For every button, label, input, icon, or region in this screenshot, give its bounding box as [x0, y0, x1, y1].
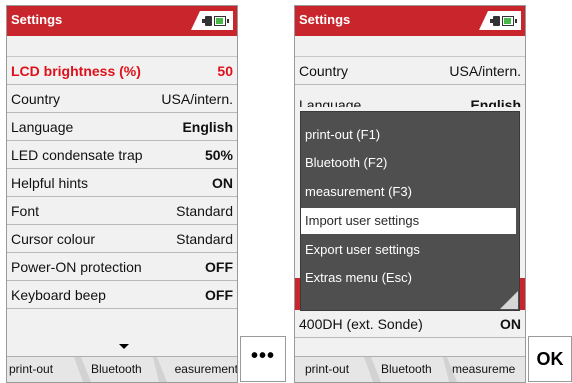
settings-list: Country USA/intern. Language English	[295, 37, 525, 107]
menu-item-measurement[interactable]: measurement (F3)	[301, 179, 516, 205]
plug-icon	[202, 16, 212, 26]
screen-title: Settings	[299, 12, 351, 27]
ok-button-label: OK	[536, 349, 564, 369]
setting-value: OFF	[205, 287, 233, 303]
softkey-label: Bluetooth	[91, 362, 142, 376]
setting-value: English	[470, 97, 521, 107]
battery-icon	[502, 16, 517, 26]
title-bar: Settings	[7, 6, 237, 36]
status-indicators	[191, 11, 233, 30]
menu-item-export-user-settings[interactable]: Export user settings	[301, 237, 516, 263]
setting-language[interactable]: Language English	[7, 113, 237, 141]
softkey-measurement[interactable]: easurement	[157, 357, 238, 382]
setting-value: English	[182, 119, 233, 135]
menu-item-print-out[interactable]: print-out (F1)	[301, 122, 516, 148]
setting-label: Font	[11, 203, 40, 219]
softkey-label: print-out	[305, 362, 350, 376]
setting-country[interactable]: Country USA/intern.	[295, 57, 525, 85]
setting-label: Country	[11, 91, 61, 107]
settings-screen-left: Settings LCD brightness (%) 50 Country U…	[6, 5, 238, 383]
setting-label: Language	[11, 119, 74, 135]
screen-title: Settings	[11, 12, 63, 27]
battery-icon	[214, 16, 229, 26]
setting-font[interactable]: Font Standard	[7, 197, 237, 225]
more-button[interactable]: •••	[240, 336, 286, 382]
menu-item-bluetooth[interactable]: Bluetooth (F2)	[301, 150, 516, 176]
setting-value: Standard	[176, 231, 233, 247]
setting-lcd-brightness[interactable]: LCD brightness (%) 50	[7, 57, 237, 85]
setting-400dh-ext-sonde[interactable]: 400DH (ext. Sonde) ON	[295, 310, 525, 338]
scroll-down-arrow-icon	[119, 344, 129, 349]
plug-icon	[490, 16, 500, 26]
context-menu-popup: print-out (F1) Bluetooth (F2) measuremen…	[300, 111, 520, 311]
softkey-bluetooth[interactable]: Bluetooth	[81, 357, 159, 382]
setting-value: OFF	[205, 259, 233, 275]
setting-keyboard-beep[interactable]: Keyboard beep OFF	[7, 281, 237, 309]
setting-helpful-hints[interactable]: Helpful hints ON	[7, 169, 237, 197]
popup-corner-icon	[500, 291, 518, 309]
settings-list: LCD brightness (%) 50 Country USA/intern…	[7, 37, 237, 309]
setting-label: Country	[299, 63, 349, 79]
ok-button[interactable]: OK	[528, 336, 572, 382]
list-header-spacer	[7, 37, 237, 57]
softkey-bar: print-out Bluetooth measureme	[295, 356, 525, 382]
setting-value: 50%	[204, 147, 233, 163]
menu-item-import-user-settings[interactable]: Import user settings	[301, 208, 516, 234]
setting-label: LCD brightness (%)	[11, 63, 141, 79]
softkey-measurement[interactable]: measureme	[447, 357, 525, 382]
setting-label: Cursor colour	[11, 231, 96, 247]
setting-value: ON	[212, 175, 233, 191]
setting-value: 50	[217, 63, 233, 79]
settings-screen-right: Settings Country USA/intern. Language En…	[294, 5, 526, 383]
softkey-bluetooth[interactable]: Bluetooth	[371, 357, 449, 382]
softkey-print-out[interactable]: print-out	[7, 357, 83, 382]
more-button-label: •••	[250, 345, 275, 367]
setting-power-on-protection[interactable]: Power-ON protection OFF	[7, 253, 237, 281]
setting-value: ON	[500, 316, 521, 332]
softkey-label: print-out	[9, 362, 54, 376]
setting-label: Power-ON protection	[11, 259, 142, 275]
list-header-spacer	[295, 37, 525, 57]
setting-label: 400DH (ext. Sonde)	[299, 316, 423, 332]
setting-cursor-colour[interactable]: Cursor colour Standard	[7, 225, 237, 253]
softkey-bar: print-out Bluetooth easurement	[7, 356, 237, 382]
softkey-label: measureme	[452, 362, 516, 376]
setting-label: LED condensate trap	[11, 147, 143, 163]
menu-item-extras-menu[interactable]: Extras menu (Esc)	[301, 265, 516, 291]
setting-label: Keyboard beep	[11, 287, 106, 303]
status-indicators	[479, 11, 521, 30]
setting-led-condensate-trap[interactable]: LED condensate trap 50%	[7, 141, 237, 169]
title-bar: Settings	[295, 6, 525, 36]
setting-country[interactable]: Country USA/intern.	[7, 85, 237, 113]
setting-label: Helpful hints	[11, 175, 89, 191]
softkey-print-out[interactable]: print-out	[295, 357, 373, 382]
softkey-label: Bluetooth	[381, 362, 432, 376]
setting-value: USA/intern.	[161, 91, 233, 107]
setting-label: Language	[299, 97, 362, 107]
softkey-label: easurement	[174, 362, 238, 376]
setting-value: Standard	[176, 203, 233, 219]
setting-value: USA/intern.	[449, 63, 521, 79]
setting-language[interactable]: Language English	[295, 85, 525, 107]
